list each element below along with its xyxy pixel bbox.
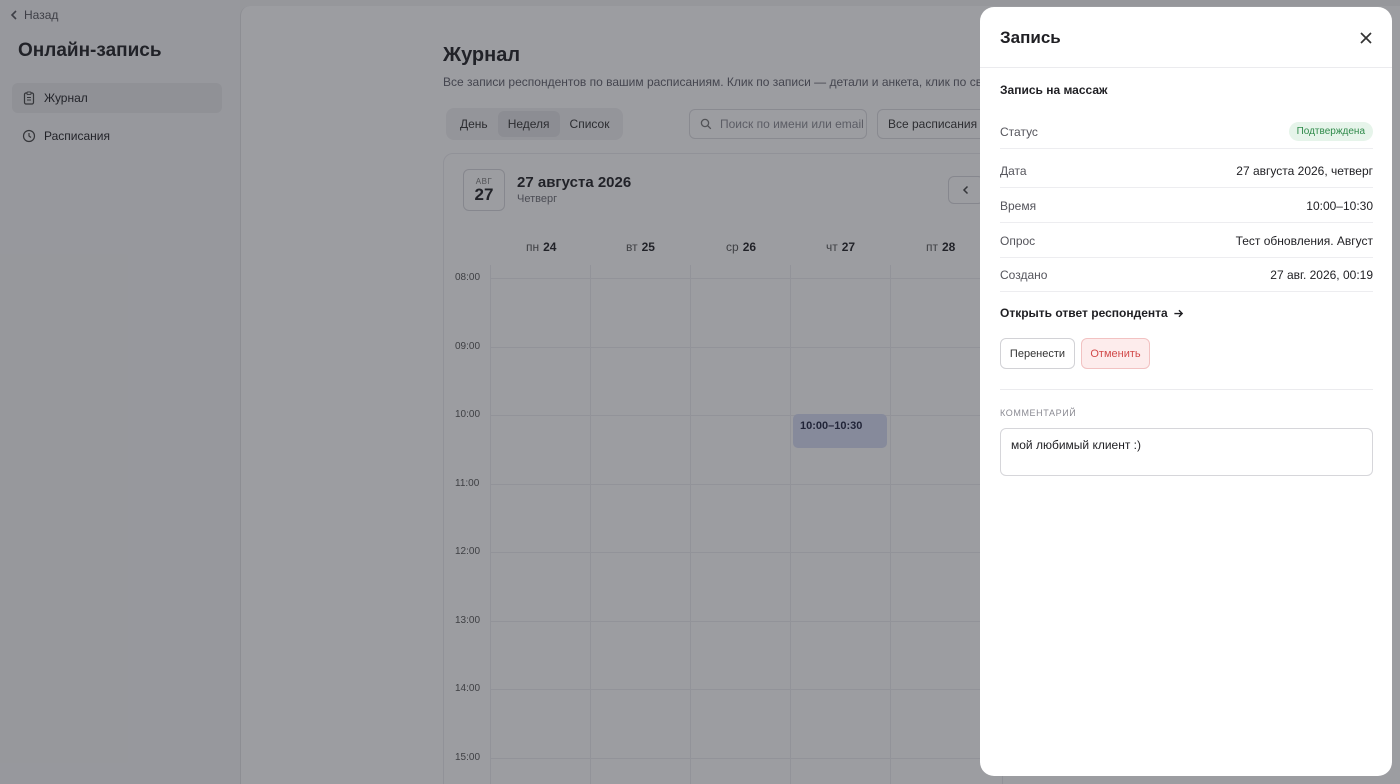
field-key: Статус [1000,124,1038,139]
comment-field[interactable]: мой любимый клиент :) [1000,428,1373,476]
field-value: Тест обновления. Август [1235,233,1373,248]
close-button[interactable] [1356,28,1376,48]
cancel-booking-button[interactable]: Отменить [1081,338,1150,369]
field-key: Создано [1000,267,1048,282]
field-key: Опрос [1000,233,1036,248]
field-date: Дата 27 августа 2026, четверг [1000,154,1373,188]
close-icon [1360,32,1372,44]
reschedule-button[interactable]: Перенести [1000,338,1075,369]
field-key: Время [1000,198,1037,213]
field-value: 27 авг. 2026, 00:19 [1270,267,1373,282]
field-key: Дата [1000,163,1027,178]
field-time: Время 10:00–10:30 [1000,189,1373,223]
open-response-link[interactable]: Открыть ответ респондента [1000,306,1184,320]
booking-name: Запись на массаж [1000,83,1108,97]
arrow-right-icon [1174,309,1183,317]
booking-drawer: Запись Запись на массаж Статус Подтвержд… [980,7,1392,776]
divider [1000,389,1373,390]
field-survey: Опрос Тест обновления. Август [1000,224,1373,258]
divider [980,67,1392,68]
field-status: Статус Подтверждена [1000,115,1373,149]
comment-label: КОММЕНТАРИЙ [1000,408,1077,418]
field-value: 10:00–10:30 [1306,198,1373,213]
open-response-label: Открыть ответ респондента [1000,306,1168,320]
status-badge: Подтверждена [1288,122,1373,141]
field-value: 27 августа 2026, четверг [1236,163,1373,178]
drawer-title: Запись [1000,28,1061,47]
field-created: Создано 27 авг. 2026, 00:19 [1000,258,1373,292]
